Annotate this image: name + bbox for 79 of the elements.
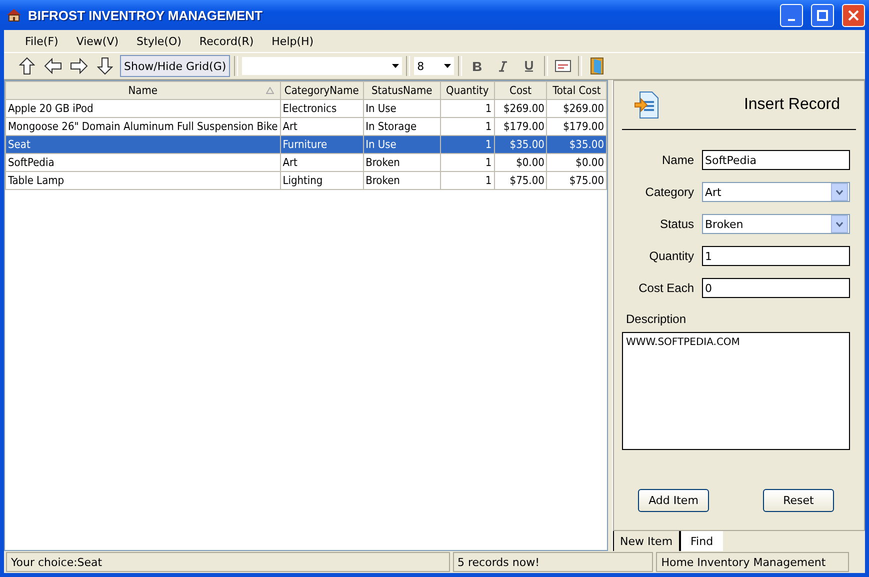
table-cell[interactable]: $0.00 — [494, 154, 547, 172]
underline-icon[interactable] — [524, 60, 534, 72]
field-label: Quantity — [648, 249, 694, 263]
maximize-button[interactable] — [811, 4, 834, 26]
show-hide-grid-button[interactable]: Show/Hide Grid(G) — [120, 55, 230, 77]
minimize-icon — [788, 19, 795, 21]
tab[interactable]: New Item — [613, 531, 680, 551]
panel-button[interactable]: Reset — [763, 489, 834, 512]
field-label: Category — [644, 185, 694, 199]
table-cell[interactable]: $0.00 — [546, 154, 606, 172]
font-size-dropdown[interactable]: 8 — [414, 57, 454, 75]
dropdown-field[interactable]: Broken — [702, 214, 850, 234]
input-field[interactable]: 1 — [702, 246, 850, 266]
door-icon[interactable] — [590, 57, 604, 75]
field-label: Cost Each — [638, 281, 694, 295]
caret-icon — [392, 64, 400, 68]
table-cell[interactable]: Table Lamp — [6, 172, 280, 190]
table-cell[interactable]: In Use — [363, 100, 441, 118]
table-cell[interactable]: Electronics — [280, 100, 364, 118]
table-cell[interactable]: Art — [280, 154, 364, 172]
arrow-down-icon[interactable] — [97, 57, 113, 75]
dropdown-field[interactable]: Art — [702, 182, 850, 202]
input-field[interactable]: 0 — [702, 278, 850, 298]
table-cell[interactable]: $269.00 — [546, 100, 606, 118]
field-label: Name — [660, 153, 694, 167]
table-cell[interactable]: $75.00 — [546, 172, 606, 190]
table-cell[interactable]: Broken — [363, 172, 441, 190]
table-cell[interactable]: Seat — [6, 136, 280, 154]
menu-item[interactable]: Style(O) — [130, 32, 188, 50]
italic-icon[interactable] — [498, 60, 508, 72]
table-cell[interactable]: 1 — [440, 154, 494, 172]
column-header[interactable]: Cost — [494, 82, 547, 100]
close-icon — [848, 10, 859, 20]
column-header[interactable]: Quantity — [440, 82, 494, 100]
table-cell[interactable]: Furniture — [280, 136, 364, 154]
table-cell[interactable]: Broken — [363, 154, 441, 172]
caret-icon — [836, 190, 843, 194]
status-text: Home Inventory Management — [656, 552, 849, 572]
table-cell[interactable]: $35.00 — [494, 136, 547, 154]
table-cell[interactable]: In Use — [363, 136, 441, 154]
menu-item[interactable]: Record(R) — [192, 32, 261, 50]
arrow-left-icon[interactable] — [44, 58, 62, 74]
panel-title: Insert Record — [744, 96, 840, 114]
description-field[interactable]: WWW.SOFTPEDIA.COM — [622, 332, 850, 450]
table-cell[interactable]: $75.00 — [494, 172, 547, 190]
panel-button[interactable]: Add Item — [638, 489, 709, 512]
table-cell[interactable]: 1 — [440, 100, 494, 118]
tab[interactable]: Find — [680, 531, 724, 551]
table-cell[interactable]: 1 — [440, 172, 494, 190]
bold-icon[interactable] — [472, 60, 482, 72]
arrow-right-icon[interactable] — [70, 58, 88, 74]
column-header[interactable]: Total Cost — [546, 82, 606, 100]
window-title: BIFROST INVENTROY MANAGEMENT — [28, 8, 264, 22]
table-cell[interactable]: SoftPedia — [6, 154, 280, 172]
column-header[interactable]: Name — [6, 82, 280, 100]
caret-icon — [836, 222, 843, 226]
table-cell[interactable]: $269.00 — [494, 100, 547, 118]
arrow-up-icon[interactable] — [19, 57, 35, 75]
table-cell[interactable]: 1 — [440, 136, 494, 154]
field-label: Description — [626, 312, 688, 326]
status-text: Your choice:Seat — [6, 552, 450, 572]
table-cell[interactable]: $35.00 — [546, 136, 606, 154]
card-icon[interactable] — [555, 60, 572, 72]
menu-item[interactable]: Help(H) — [264, 32, 321, 50]
maximize-icon — [817, 10, 828, 20]
house-icon — [6, 8, 22, 22]
column-header[interactable]: StatusName — [363, 82, 441, 100]
field-label: Status — [658, 217, 694, 231]
column-header[interactable]: CategoryName — [280, 82, 364, 100]
insert-document-icon — [634, 91, 660, 119]
table-cell[interactable]: Lighting — [280, 172, 364, 190]
close-button[interactable] — [842, 4, 865, 26]
minimize-button[interactable] — [780, 4, 803, 26]
caret-icon — [444, 64, 452, 68]
menu-item[interactable]: View(V) — [69, 32, 126, 50]
status-text: 5 records now! — [452, 552, 654, 572]
menu-item[interactable]: File(F) — [18, 32, 66, 50]
table-cell[interactable]: Apple 20 GB iPod — [6, 100, 280, 118]
input-field[interactable]: SoftPedia — [702, 150, 850, 170]
